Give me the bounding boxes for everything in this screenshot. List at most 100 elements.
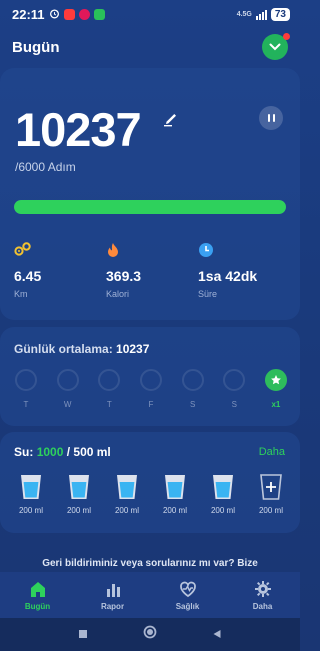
day-item[interactable]: S bbox=[179, 369, 207, 409]
tab-label: Daha bbox=[252, 602, 273, 611]
duration-label: Süre bbox=[198, 289, 218, 299]
water-cup-filled[interactable]: 200 ml bbox=[11, 473, 51, 515]
weekly-card[interactable]: Günlük ortalama: 10237 T W T F S Sx1 bbox=[0, 327, 300, 426]
water-glass-icon bbox=[21, 475, 41, 499]
water-glass-icon bbox=[165, 475, 185, 499]
distance-label: Km bbox=[14, 289, 28, 299]
day-item[interactable]: T bbox=[12, 369, 40, 409]
feedback-banner[interactable]: Geri bildiriminiz veya sorularınız mı va… bbox=[0, 558, 300, 569]
day-item[interactable]: W bbox=[54, 369, 82, 409]
stat-calories: 369.3 Kalori bbox=[106, 242, 198, 299]
water-cup-filled[interactable]: 200 ml bbox=[107, 473, 147, 515]
recents-button[interactable] bbox=[78, 626, 88, 644]
water-cup-add[interactable]: 200 ml bbox=[251, 473, 291, 515]
distance-icon bbox=[14, 242, 106, 258]
water-glass-icon bbox=[213, 475, 233, 499]
cup-volume-label: 200 ml bbox=[162, 506, 187, 515]
clock-icon bbox=[198, 242, 290, 258]
calories-value: 369.3 bbox=[106, 268, 142, 284]
home-icon bbox=[30, 582, 45, 597]
water-label: Su: bbox=[14, 445, 34, 459]
day-item[interactable]: S bbox=[220, 369, 248, 409]
day-item[interactable]: F bbox=[137, 369, 165, 409]
step-count: 10237 bbox=[15, 103, 142, 156]
heart-pulse-icon bbox=[179, 581, 196, 598]
day-label: T bbox=[106, 400, 112, 409]
stat-distance: 6.45 Km bbox=[14, 242, 106, 299]
tab-report[interactable]: Rapor bbox=[75, 572, 150, 618]
step-goal: /6000 Adım bbox=[15, 160, 76, 174]
water-cup-filled[interactable]: 200 ml bbox=[203, 473, 243, 515]
tab-label: Sağlık bbox=[175, 602, 200, 611]
status-badge-button[interactable] bbox=[262, 33, 290, 60]
day-label: T bbox=[23, 400, 29, 409]
whatsapp-icon bbox=[93, 8, 105, 20]
water-current: 1000 bbox=[36, 445, 64, 459]
network-type: 4.5G bbox=[236, 10, 252, 18]
water-cup-filled[interactable]: 200 ml bbox=[155, 473, 195, 515]
cup-volume-label: 200 ml bbox=[18, 506, 43, 515]
step-progress-fill bbox=[14, 200, 286, 214]
tab-label: Bugün bbox=[24, 602, 51, 611]
water-target: / 500 ml bbox=[63, 445, 111, 459]
day-circle bbox=[139, 369, 162, 391]
cup-volume-label: 200 ml bbox=[66, 506, 91, 515]
steps-card: 10237 /6000 Adım 6.45 Km 369.3 Kalori 1s… bbox=[0, 68, 300, 320]
water-cups: 200 ml 200 ml 200 ml 200 ml 200 ml 200 ml bbox=[11, 473, 291, 515]
day-circle bbox=[223, 369, 246, 391]
system-nav-bar bbox=[0, 618, 300, 651]
daily-average-label: Günlük ortalama: bbox=[14, 342, 113, 356]
day-label: x1 bbox=[271, 400, 281, 409]
bottom-tab-bar: Bugün Rapor Sağlık Daha bbox=[0, 572, 300, 618]
notification-dot bbox=[283, 33, 290, 40]
home-button[interactable] bbox=[143, 625, 157, 644]
duration-value: 1sa 42dk bbox=[198, 268, 258, 284]
day-label: W bbox=[63, 400, 72, 409]
water-glass-icon bbox=[117, 475, 137, 499]
back-button[interactable] bbox=[212, 626, 222, 644]
page-title: Bugün bbox=[12, 38, 60, 56]
bar-chart-icon bbox=[106, 584, 120, 597]
tab-today[interactable]: Bugün bbox=[0, 572, 75, 618]
day-label: S bbox=[231, 400, 237, 409]
chevron-down-icon bbox=[269, 38, 281, 56]
water-glass-icon bbox=[69, 475, 89, 499]
water-card: Su: 1000 / 500 ml Daha 200 ml 200 ml 200 m… bbox=[0, 432, 300, 533]
daily-average: Günlük ortalama: 10237 bbox=[14, 342, 149, 356]
distance-value: 6.45 bbox=[14, 268, 42, 284]
alarm-icon bbox=[49, 7, 60, 22]
pause-icon bbox=[267, 114, 270, 122]
status-bar: 22:11 4.5G 73 bbox=[0, 0, 300, 28]
tab-health[interactable]: Sağlık bbox=[150, 572, 225, 618]
day-circle bbox=[181, 369, 204, 391]
day-item[interactable]: T bbox=[95, 369, 123, 409]
day-item[interactable]: x1 bbox=[262, 369, 290, 409]
week-days: T W T F S Sx1 bbox=[12, 369, 290, 409]
stats-row: 6.45 Km 369.3 Kalori 1sa 42dk Süre bbox=[14, 242, 294, 299]
day-label: F bbox=[148, 400, 154, 409]
cup-volume-label: 200 ml bbox=[258, 506, 283, 515]
tab-label: Rapor bbox=[100, 602, 125, 611]
star-icon bbox=[271, 375, 281, 385]
gear-icon bbox=[254, 581, 271, 597]
status-time: 22:11 bbox=[12, 6, 45, 22]
cup-volume-label: 200 ml bbox=[114, 506, 139, 515]
app-header: Bugün bbox=[0, 30, 300, 64]
day-goal-badge bbox=[264, 369, 287, 391]
add-glass-icon bbox=[260, 474, 282, 500]
notification-icons bbox=[49, 7, 105, 22]
pencil-icon[interactable] bbox=[163, 111, 179, 132]
battery-indicator: 73 bbox=[270, 7, 290, 21]
water-cup-filled[interactable]: 200 ml bbox=[59, 473, 99, 515]
cup-volume-label: 200 ml bbox=[210, 506, 235, 515]
day-circle bbox=[56, 369, 79, 391]
pause-button[interactable] bbox=[259, 106, 283, 130]
youtube-icon bbox=[63, 8, 75, 20]
step-progress-bar bbox=[14, 200, 286, 214]
tab-more[interactable]: Daha bbox=[225, 572, 300, 618]
signal-icon bbox=[255, 9, 267, 20]
water-more-link[interactable]: Daha bbox=[259, 446, 285, 458]
day-label: S bbox=[189, 400, 196, 409]
calories-label: Kalori bbox=[106, 289, 130, 299]
water-summary: Su: 1000 / 500 ml bbox=[14, 445, 111, 459]
